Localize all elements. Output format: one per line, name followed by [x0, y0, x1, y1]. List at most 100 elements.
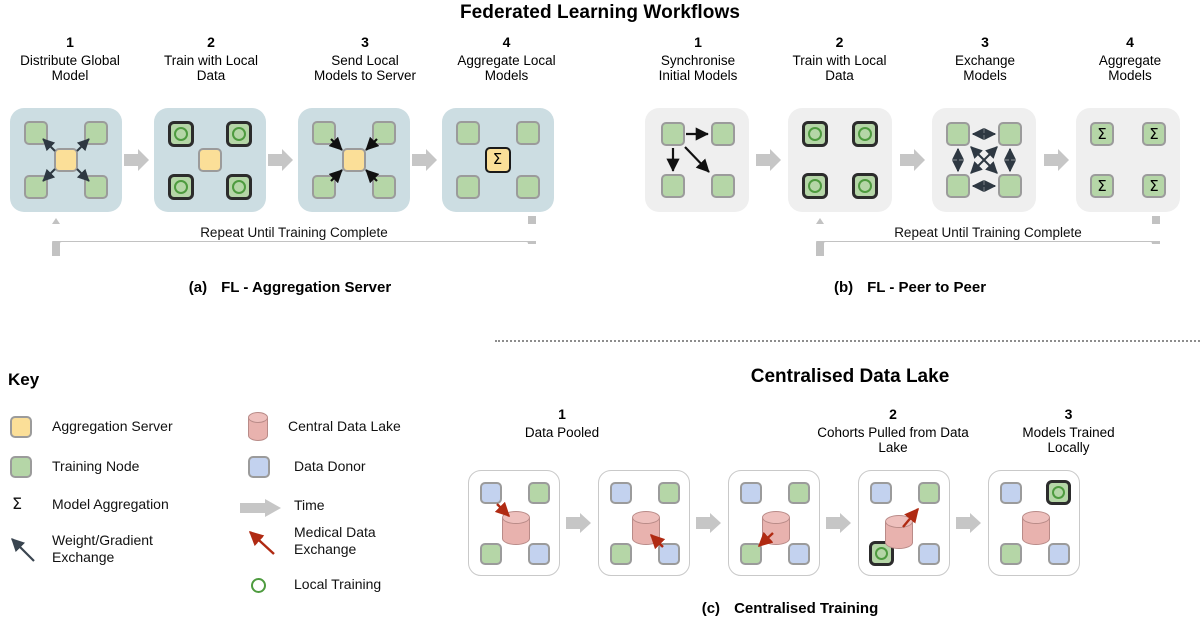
sigma-icon: Σ: [12, 494, 23, 513]
training-node-swatch: [10, 456, 32, 478]
medical-data-arrow: [649, 533, 666, 550]
data-lake-cylinder-icon: [248, 412, 268, 442]
data-donor-node: [1000, 482, 1022, 504]
panel-c-step-3-header: 3 Models Trained Locally: [996, 406, 1141, 456]
section-divider: [495, 340, 1200, 342]
panel-b-stage-3: [932, 108, 1036, 212]
data-lake-cylinder: [1022, 511, 1050, 545]
local-training-ring-icon: [251, 578, 266, 593]
time-arrow: [1044, 149, 1069, 171]
step-label: Train with Local Data: [792, 52, 887, 84]
training-node: [1000, 543, 1022, 565]
panel-a-stage-3: [298, 108, 410, 212]
aggregation-server-swatch: [10, 416, 32, 438]
panel-c-caption: (c) Centralised Training: [500, 600, 1080, 617]
step-number: 2: [835, 34, 844, 50]
panel-c-caption-text: Centralised Training: [734, 600, 879, 617]
step-label: Send Local Models to Server: [313, 52, 417, 84]
panel-b-step-2-header: 2 Train with Local Data: [772, 34, 907, 84]
training-node-active: [802, 121, 828, 147]
step-number: 3: [981, 34, 989, 50]
send-models-arrows: [328, 136, 380, 184]
training-node-active: [226, 121, 252, 147]
local-training-ring-icon: [232, 180, 246, 194]
panel-c-stage-5: [988, 470, 1080, 576]
aggregation-server-node: [198, 148, 222, 172]
panel-b-caption-letter: (b): [833, 279, 854, 296]
time-arrow: [124, 149, 149, 171]
training-node: [456, 121, 480, 145]
panel-a-loop-label: Repeat Until Training Complete: [44, 224, 544, 241]
sigma-icon: Σ: [1097, 176, 1107, 195]
sigma-icon: Σ: [492, 150, 503, 168]
panel-b-step-1-header: 1 Synchronise Initial Models: [628, 34, 768, 84]
step-label: Models Trained Locally: [1022, 424, 1115, 456]
panel-c-stage-4: [858, 470, 950, 576]
panel-b-step-3-header: 3 Exchange Models: [920, 34, 1050, 84]
distribute-arrows: [42, 138, 90, 182]
step-label: Synchronise Initial Models: [658, 52, 738, 84]
local-training-ring-icon: [858, 127, 872, 141]
medical-data-arrow: [902, 507, 919, 528]
step-number: 3: [1064, 406, 1073, 422]
key-title: Key: [8, 370, 40, 389]
step-label: Exchange Models: [954, 52, 1016, 84]
exchange-models-arrows: [952, 128, 1016, 192]
model-aggregation-node: Σ: [1090, 174, 1114, 198]
page-title: Federated Learning Workflows: [459, 2, 741, 23]
training-node-active: [1046, 480, 1071, 505]
panel-c-step-1-header: 1 Data Pooled: [482, 406, 642, 440]
local-training-ring-icon: [1052, 486, 1065, 499]
panel-b-loop-label: Repeat Until Training Complete: [808, 224, 1168, 241]
training-node-active: [802, 173, 828, 199]
gradient-arrow-icon: [11, 538, 35, 562]
model-aggregation-node: Σ: [1142, 174, 1166, 198]
local-training-ring-icon: [808, 127, 822, 141]
key-label-weight-gradient-exchange: Weight/Gradient Exchange: [52, 532, 153, 566]
data-donor-node: [1048, 543, 1070, 565]
panel-a-step-3-header: 3 Send Local Models to Server: [290, 34, 440, 84]
time-arrow: [900, 149, 925, 171]
key-label-central-data-lake: Central Data Lake: [288, 418, 401, 434]
step-number: 2: [207, 34, 215, 50]
time-arrow: [696, 513, 721, 533]
panel-c-stage-2: [598, 470, 690, 576]
panel-a-caption-letter: (a): [188, 279, 208, 296]
panel-a-step-2-header: 2 Train with Local Data: [146, 34, 276, 84]
time-arrow: [826, 513, 851, 533]
step-label: Aggregate Local Models: [457, 52, 556, 84]
panel-b-fl-peer-to-peer: 1 Synchronise Initial Models 2 Train wit…: [620, 34, 1200, 299]
panel-c-stage-3: [728, 470, 820, 576]
panel-b-step-4-header: 4 Aggregate Models: [1060, 34, 1200, 84]
training-node: [516, 121, 540, 145]
panel-a-stage-4: Σ: [442, 108, 554, 212]
training-node: [516, 175, 540, 199]
step-label: Data Pooled: [524, 424, 600, 440]
panel-c-caption-letter: (c): [701, 600, 721, 617]
step-number: 4: [502, 34, 511, 50]
model-aggregation-node: Σ: [485, 147, 511, 173]
time-arrow: [956, 513, 981, 533]
step-label: Distribute Global Model: [20, 52, 120, 84]
panel-a-caption: (a) FL - Aggregation Server: [0, 279, 580, 296]
medical-data-arrow: [757, 531, 774, 547]
step-number: 1: [66, 34, 74, 50]
key-legend: Key Aggregation Server Training Node Σ M…: [0, 360, 460, 628]
time-arrow: [412, 149, 437, 171]
step-number: 1: [694, 34, 702, 50]
sigma-icon: Σ: [1097, 124, 1107, 143]
step-number: 1: [558, 406, 566, 422]
local-training-ring-icon: [232, 127, 246, 141]
time-arrow: [566, 513, 591, 533]
model-aggregation-node: Σ: [1142, 122, 1166, 146]
panel-a-step-4-header: 4 Aggregate Local Models: [434, 34, 579, 84]
medical-data-arrow: [494, 501, 511, 518]
local-training-ring-icon: [858, 179, 872, 193]
panel-a-stage-2: [154, 108, 266, 212]
synchronise-arrows: [666, 127, 710, 173]
medical-data-arrow-icon: [248, 531, 275, 555]
panel-c-step-2-header: 2 Cohorts Pulled from Data Lake: [798, 406, 988, 456]
panel-a-step-1-header: 1 Distribute Global Model: [0, 34, 140, 84]
model-aggregation-node: Σ: [1090, 122, 1114, 146]
sigma-icon: Σ: [1149, 176, 1159, 195]
